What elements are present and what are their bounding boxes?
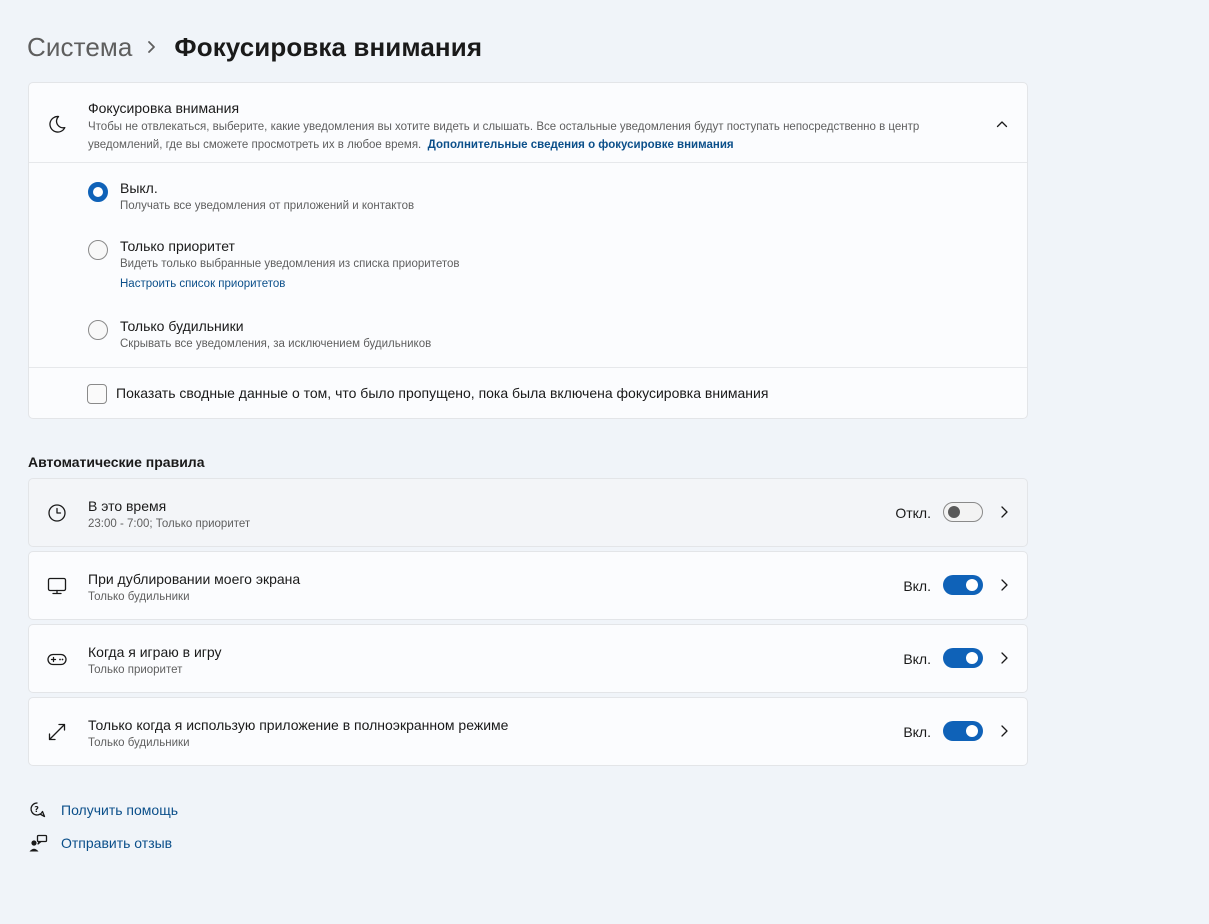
feedback-icon	[28, 833, 48, 853]
rule-subtitle: Только будильники	[88, 591, 190, 603]
rule-toggle[interactable]	[943, 502, 983, 522]
radio-description: Получать все уведомления от приложений и…	[120, 200, 415, 212]
radio-label: Выкл.	[120, 180, 158, 196]
gamepad-icon	[46, 648, 68, 670]
radio-label: Только приоритет	[120, 238, 235, 254]
rule-during-these-times[interactable]: В это время 23:00 - 7:00; Только приорит…	[28, 478, 1028, 547]
rule-title: Только когда я использую приложение в по…	[88, 717, 509, 733]
radio-label: Только будильники	[120, 318, 244, 334]
toggle-state-label: Откл.	[895, 505, 931, 521]
chevron-up-icon[interactable]	[991, 113, 1013, 135]
chevron-right-icon[interactable]	[995, 503, 1013, 521]
chevron-right-icon	[146, 40, 158, 54]
radio-description: Скрывать все уведомления, за исключением…	[120, 338, 432, 350]
rule-subtitle: Только будильники	[88, 737, 190, 749]
rule-duplicating-display[interactable]: При дублировании моего экрана Только буд…	[28, 551, 1028, 620]
toggle-state-label: Вкл.	[903, 578, 931, 594]
focus-description: Чтобы не отвлекаться, выберите, какие ув…	[88, 119, 978, 154]
rule-title: При дублировании моего экрана	[88, 571, 301, 587]
help-icon: ?	[28, 800, 48, 820]
page-title: Фокусировка внимания	[174, 31, 483, 62]
focus-title: Фокусировка внимания	[88, 100, 240, 116]
get-help-link[interactable]: ? Получить помощь	[28, 799, 178, 821]
customize-priority-list-link[interactable]: Настроить список приоритетов	[120, 278, 285, 290]
rule-subtitle: 23:00 - 7:00; Только приоритет	[88, 518, 251, 530]
send-feedback-link[interactable]: Отправить отзыв	[28, 832, 172, 854]
breadcrumb-parent[interactable]: Система	[27, 32, 132, 63]
focus-settings-card: Фокусировка внимания Чтобы не отвлекатьс…	[28, 82, 1028, 419]
radio-description: Видеть только выбранные уведомления из с…	[120, 258, 460, 270]
fullscreen-icon	[46, 721, 68, 743]
chevron-right-icon[interactable]	[995, 576, 1013, 594]
radio-button-off[interactable]	[88, 182, 108, 202]
monitor-icon	[46, 575, 68, 597]
rule-title: Когда я играю в игру	[88, 644, 222, 660]
automatic-rules-heading: Автоматические правила	[28, 454, 205, 470]
rule-playing-game[interactable]: Когда я играю в игру Только приоритет Вк…	[28, 624, 1028, 693]
svg-text:?: ?	[34, 805, 39, 814]
radio-button-alarms-only[interactable]	[88, 320, 108, 340]
rule-title: В это время	[88, 498, 167, 514]
radio-button-priority-only[interactable]	[88, 240, 108, 260]
toggle-state-label: Вкл.	[903, 724, 931, 740]
chevron-right-icon[interactable]	[995, 649, 1013, 667]
clock-icon	[46, 502, 68, 524]
focus-card-header[interactable]: Фокусировка внимания Чтобы не отвлекатьс…	[29, 83, 1027, 163]
focus-learn-more-link[interactable]: Дополнительные сведения о фокусировке вн…	[428, 139, 734, 151]
rule-toggle[interactable]	[943, 575, 983, 595]
get-help-label[interactable]: Получить помощь	[61, 802, 178, 818]
summary-checkbox[interactable]	[87, 384, 107, 404]
toggle-state-label: Вкл.	[903, 651, 931, 667]
breadcrumb: Система Фокусировка внимания	[27, 30, 482, 64]
rule-toggle[interactable]	[943, 721, 983, 741]
rule-fullscreen-app[interactable]: Только когда я использую приложение в по…	[28, 697, 1028, 766]
rule-toggle[interactable]	[943, 648, 983, 668]
rule-subtitle: Только приоритет	[88, 664, 183, 676]
send-feedback-label[interactable]: Отправить отзыв	[61, 835, 172, 851]
summary-checkbox-label[interactable]: Показать сводные данные о том, что было …	[116, 385, 768, 401]
chevron-right-icon[interactable]	[995, 722, 1013, 740]
summary-option-row: Показать сводные данные о том, что было …	[29, 367, 1027, 419]
moon-icon	[46, 113, 68, 135]
